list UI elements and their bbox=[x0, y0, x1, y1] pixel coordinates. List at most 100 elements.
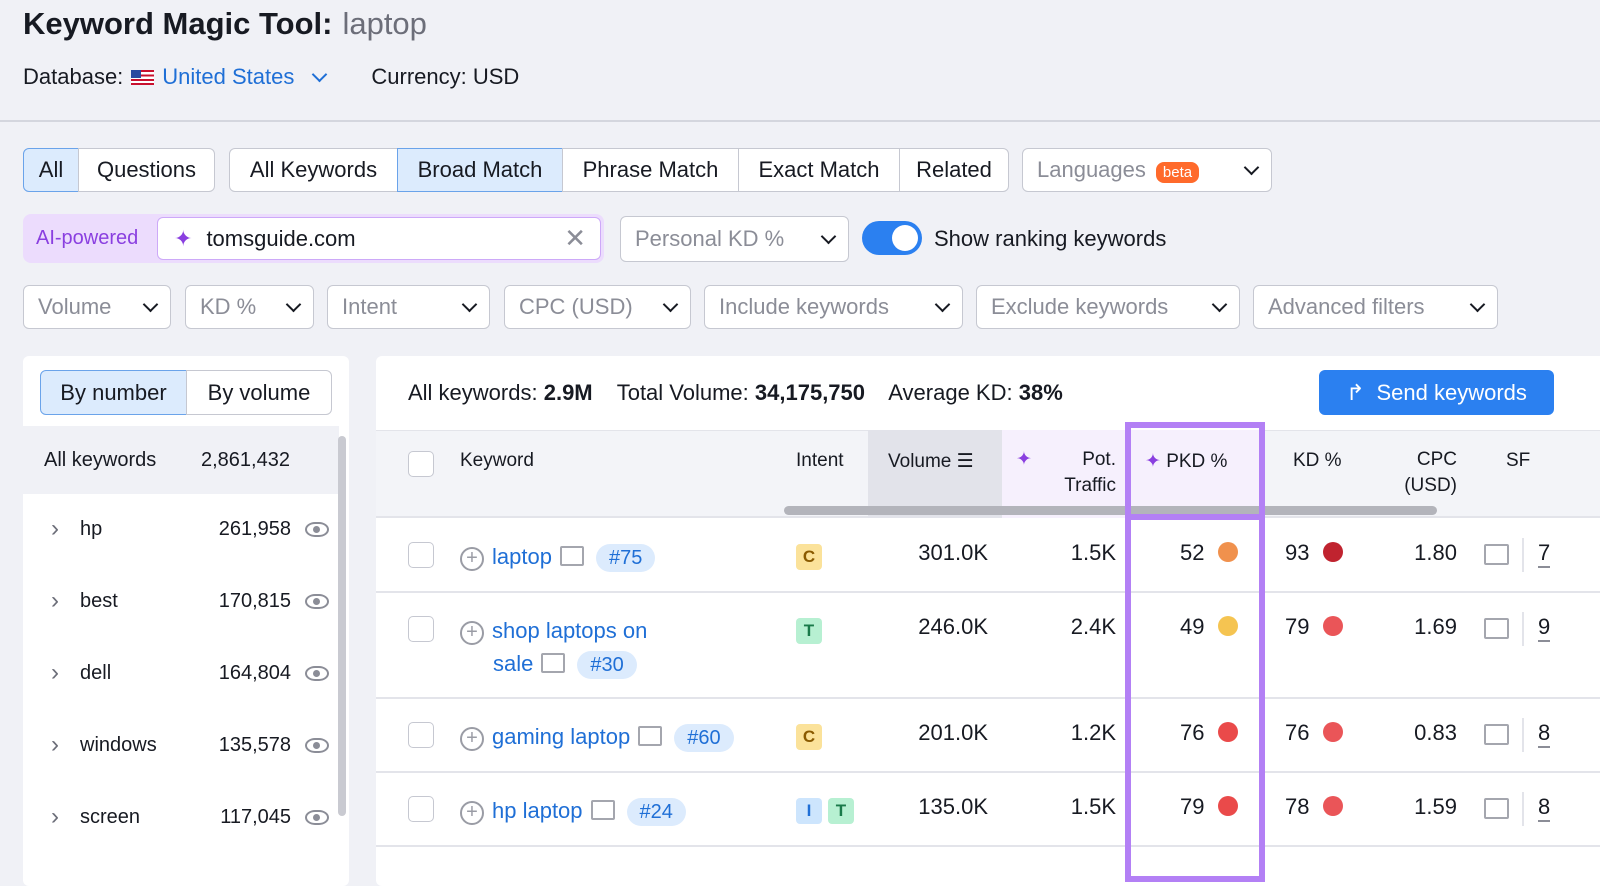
sparkle-icon: ✦ bbox=[1016, 449, 1032, 470]
filter-exclude-keywords[interactable]: Exclude keywords bbox=[976, 285, 1240, 329]
tab-phrase-match[interactable]: Phrase Match bbox=[562, 148, 739, 192]
sidebar-group-item[interactable]: › windows 135,578 bbox=[23, 709, 339, 781]
cpc-cell: 1.80 bbox=[1414, 540, 1457, 565]
keyword-link[interactable]: hp laptop bbox=[492, 798, 583, 823]
kd-difficulty-dot bbox=[1323, 796, 1344, 816]
chevron-right-icon[interactable]: › bbox=[51, 515, 59, 543]
tab-all[interactable]: All bbox=[23, 148, 79, 192]
show-ranking-toggle[interactable] bbox=[862, 221, 922, 255]
chevron-down-icon bbox=[934, 296, 951, 312]
col-keyword[interactable]: Keyword bbox=[460, 430, 534, 518]
domain-value: tomsguide.com bbox=[206, 225, 356, 251]
serp-features-icon[interactable] bbox=[1484, 724, 1509, 745]
intent-badge-C: C bbox=[796, 544, 822, 570]
intent-badge-T: T bbox=[796, 618, 822, 644]
sidebar-group-item[interactable]: › best 170,815 bbox=[23, 565, 339, 637]
add-to-list-icon[interactable]: + bbox=[460, 621, 484, 645]
serp-features-icon[interactable] bbox=[1484, 544, 1509, 565]
show-ranking-label: Show ranking keywords bbox=[934, 226, 1167, 251]
filter-cpc-usd[interactable]: CPC (USD) bbox=[504, 285, 691, 329]
row-checkbox[interactable] bbox=[408, 722, 434, 748]
database-label: Database: bbox=[23, 64, 124, 89]
by-number-button[interactable]: By number bbox=[40, 370, 187, 415]
row-checkbox[interactable] bbox=[408, 616, 434, 642]
domain-input[interactable]: ✦ tomsguide.com ✕ bbox=[157, 217, 601, 260]
share-arrow-icon: ↱ bbox=[1346, 379, 1365, 405]
tab-broad-match[interactable]: Broad Match bbox=[397, 148, 563, 192]
col-intent[interactable]: Intent bbox=[796, 430, 844, 518]
col-pot-traffic[interactable]: ✦ Pot. Traffic bbox=[1016, 430, 1116, 518]
eye-icon[interactable] bbox=[305, 593, 329, 609]
sf-count[interactable]: 8 bbox=[1538, 720, 1551, 748]
chevron-right-icon[interactable]: › bbox=[51, 731, 59, 759]
send-keywords-button[interactable]: ↱ Send keywords bbox=[1319, 370, 1554, 415]
tab-questions[interactable]: Questions bbox=[78, 148, 215, 192]
add-to-list-icon[interactable]: + bbox=[460, 547, 484, 571]
languages-dropdown[interactable]: Languages beta bbox=[1022, 148, 1272, 192]
position-badge: #30 bbox=[577, 651, 637, 679]
sf-count[interactable]: 7 bbox=[1538, 540, 1551, 568]
all-keywords-label: All keywords bbox=[44, 448, 157, 471]
clear-icon[interactable]: ✕ bbox=[564, 223, 586, 254]
intent-badge-I: I bbox=[796, 798, 822, 824]
col-sf[interactable]: SF bbox=[1506, 430, 1530, 518]
sf-count[interactable]: 9 bbox=[1538, 614, 1551, 642]
chevron-down-icon bbox=[461, 296, 478, 312]
kd-value: 78 bbox=[1285, 794, 1310, 819]
serp-features-icon[interactable] bbox=[1484, 618, 1509, 639]
filter-kd[interactable]: KD % bbox=[185, 285, 314, 329]
query: laptop bbox=[342, 6, 427, 41]
filter-label: KD % bbox=[200, 294, 257, 319]
sf-count[interactable]: 8 bbox=[1538, 794, 1551, 822]
serp-preview-icon[interactable] bbox=[541, 653, 566, 673]
keyword-link[interactable]: shop laptops on bbox=[492, 618, 647, 643]
keyword-link[interactable]: laptop bbox=[492, 544, 552, 569]
chevron-right-icon[interactable]: › bbox=[51, 587, 59, 615]
chevron-down-icon bbox=[142, 296, 159, 312]
sidebar-group-item[interactable]: › screen 117,045 bbox=[23, 781, 339, 853]
eye-icon[interactable] bbox=[305, 665, 329, 681]
sidebar-group-item[interactable]: › dell 164,804 bbox=[23, 637, 339, 709]
chevron-right-icon[interactable]: › bbox=[51, 803, 59, 831]
serp-preview-icon[interactable] bbox=[559, 546, 584, 566]
row-checkbox[interactable] bbox=[408, 542, 434, 568]
kd-cell: 93 bbox=[1285, 540, 1344, 566]
chevron-right-icon[interactable]: › bbox=[51, 659, 59, 687]
tab-all-keywords[interactable]: All Keywords bbox=[229, 148, 398, 192]
col-cpc[interactable]: CPC (USD) bbox=[1390, 430, 1457, 518]
page-title: Keyword Magic Tool: laptop bbox=[23, 6, 427, 41]
keyword-link[interactable]: gaming laptop bbox=[492, 724, 630, 749]
tab-exact-match[interactable]: Exact Match bbox=[738, 148, 900, 192]
serp-preview-icon[interactable] bbox=[638, 726, 663, 746]
serp-preview-icon[interactable] bbox=[590, 800, 615, 820]
filter-volume[interactable]: Volume bbox=[23, 285, 171, 329]
filter-intent[interactable]: Intent bbox=[327, 285, 490, 329]
select-all-checkbox[interactable] bbox=[408, 451, 434, 477]
keyword-link-continued[interactable]: sale bbox=[493, 651, 533, 676]
add-to-list-icon[interactable]: + bbox=[460, 727, 484, 751]
kd-value: 79 bbox=[1285, 614, 1310, 639]
eye-icon[interactable] bbox=[305, 521, 329, 537]
traffic-cell: 1.2K bbox=[1070, 720, 1116, 745]
row-checkbox[interactable] bbox=[408, 796, 434, 822]
serp-features-icon[interactable] bbox=[1484, 798, 1509, 819]
tab-related[interactable]: Related bbox=[899, 148, 1009, 192]
sidebar-scrollbar[interactable] bbox=[338, 436, 346, 816]
pkd-highlight-box bbox=[1125, 422, 1265, 882]
filter-include-keywords[interactable]: Include keywords bbox=[704, 285, 963, 329]
row-divider bbox=[376, 591, 1600, 593]
col-kd[interactable]: KD % bbox=[1293, 430, 1342, 518]
eye-icon[interactable] bbox=[305, 809, 329, 825]
all-keywords-row[interactable]: All keywords 2,861,432 bbox=[23, 426, 339, 494]
col-volume[interactable]: Volume ☰ bbox=[888, 430, 974, 518]
horizontal-scrollbar[interactable] bbox=[784, 506, 1437, 515]
personal-kd-dropdown[interactable]: Personal KD % bbox=[620, 216, 849, 262]
database-select[interactable]: United States bbox=[162, 64, 294, 90]
eye-icon[interactable] bbox=[305, 737, 329, 753]
chevron-down-icon bbox=[285, 296, 302, 312]
sidebar-group-item[interactable]: › hp 261,958 bbox=[23, 493, 339, 565]
by-volume-button[interactable]: By volume bbox=[186, 370, 332, 415]
filter-advanced-filters[interactable]: Advanced filters bbox=[1253, 285, 1498, 329]
add-to-list-icon[interactable]: + bbox=[460, 801, 484, 825]
filter-label: CPC (USD) bbox=[519, 294, 633, 319]
